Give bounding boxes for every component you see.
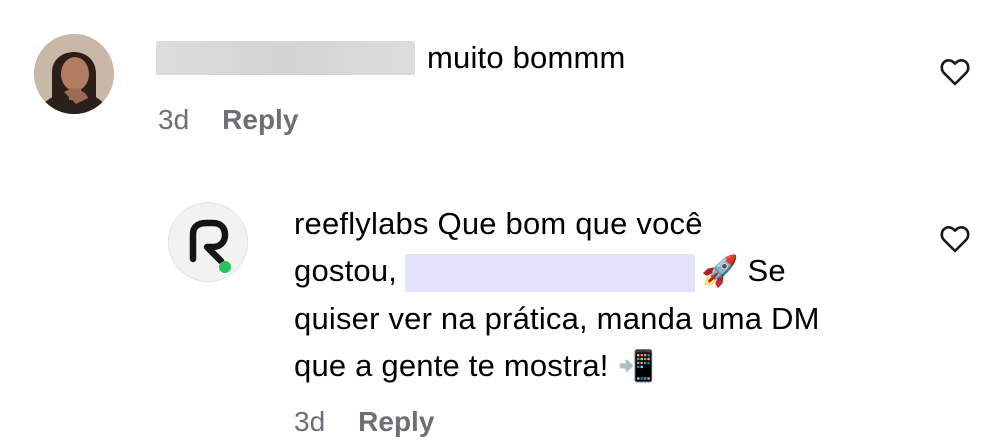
reply-text-part5: que a gente te mostra! <box>294 348 609 383</box>
reply-text-block: reeflylabs Que bom que você gostou, 🚀 Se … <box>294 200 904 390</box>
heart-outline-icon[interactable] <box>940 225 970 253</box>
comment-reply-button[interactable]: Reply <box>222 104 298 136</box>
reeflylabs-logo <box>189 219 231 273</box>
reply-meta: 3d Reply <box>294 406 434 438</box>
comment-age[interactable]: 3d <box>158 104 189 136</box>
redacted-mention <box>405 253 696 292</box>
reply-reply-button[interactable]: Reply <box>358 406 434 438</box>
heart-outline-icon[interactable] <box>940 58 970 86</box>
reply-username[interactable]: reeflylabs <box>294 206 429 241</box>
redacted-username <box>156 41 415 75</box>
comment-line: muito bommm <box>156 38 626 78</box>
reeflylabs-avatar[interactable] <box>168 202 248 282</box>
phone-emoji: 📲 <box>617 349 655 384</box>
commenter-photo <box>34 34 114 114</box>
reply-text-part4: quiser ver na prática, manda uma DM <box>294 301 820 336</box>
reply-text-part3: Se <box>747 253 786 288</box>
rocket-emoji: 🚀 <box>701 254 739 289</box>
reply-age[interactable]: 3d <box>294 406 325 438</box>
comment-text: muito bommm <box>427 40 626 75</box>
commenter-avatar[interactable] <box>34 34 114 114</box>
comment-meta: 3d Reply <box>158 104 298 136</box>
reply-text-part2: gostou, <box>294 253 398 288</box>
reply-text-part1: Que bom que você <box>437 206 703 241</box>
